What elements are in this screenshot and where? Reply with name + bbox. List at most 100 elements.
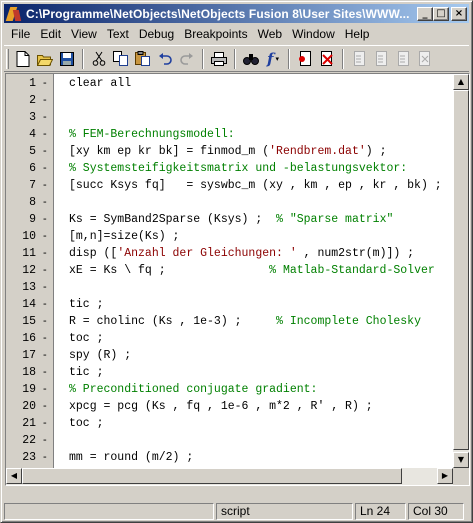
code-line[interactable]: disp (['Anzahl der Gleichungen: ' , num2… (69, 245, 414, 262)
set-breakpoint-icon[interactable] (294, 48, 316, 70)
line-number: 18 (22, 366, 36, 379)
status-line: Ln 24 (355, 502, 406, 520)
breakpoint-marker[interactable]: - (43, 296, 47, 313)
menu-file[interactable]: File (6, 27, 35, 41)
breakpoint-marker[interactable]: - (43, 194, 47, 211)
breakpoint-marker[interactable]: - (43, 364, 47, 381)
breakpoint-marker[interactable]: - (43, 92, 47, 109)
close-button[interactable]: × (451, 6, 467, 21)
status-column: Col 30 (408, 502, 464, 520)
maximize-button[interactable]: □ (433, 6, 449, 21)
scroll-up-icon[interactable]: ▲ (453, 74, 469, 90)
line-number-gutter[interactable]: 1-2-3-4-5-6-7-8-9-10-11-12-13-14-15-16-1… (6, 74, 54, 481)
code-text: tic ; (69, 366, 104, 379)
save-icon[interactable] (56, 48, 78, 70)
breakpoint-marker[interactable]: - (43, 279, 47, 296)
breakpoint-marker[interactable]: - (43, 262, 47, 279)
breakpoint-marker[interactable]: - (43, 313, 47, 330)
vertical-scrollbar[interactable]: ▲ ▼ (453, 74, 469, 468)
menu-help[interactable]: Help (340, 27, 375, 41)
code-area[interactable]: clear all % FEM-Berechnungsmodell: [xy km … (55, 74, 453, 468)
code-line[interactable]: % FEM-Berechnungsmodell: (69, 126, 235, 143)
breakpoint-marker[interactable]: - (43, 330, 47, 347)
toolbar-separator (82, 48, 84, 69)
code-line[interactable]: clear all (69, 75, 131, 92)
scroll-down-icon[interactable]: ▼ (453, 452, 469, 468)
code-line[interactable]: [m,n]=size(Ks) ; (69, 228, 179, 245)
breakpoint-marker[interactable]: - (43, 432, 47, 449)
breakpoint-marker[interactable]: - (43, 228, 47, 245)
line-number: 22 (22, 434, 36, 447)
menu-view[interactable]: View (66, 27, 102, 41)
function-icon[interactable]: f ▾ (262, 48, 284, 70)
copy-icon[interactable] (110, 48, 132, 70)
clear-breakpoint-icon[interactable] (316, 48, 338, 70)
code-line[interactable]: R = cholinc (Ks , 1e-3) ; % Incomplete C… (69, 313, 421, 330)
code-line[interactable]: % Preconditioned conjugate gradient: (69, 381, 317, 398)
toolbar-grip[interactable] (6, 48, 9, 69)
paste-icon[interactable] (132, 48, 154, 70)
menu-debug[interactable]: Debug (134, 27, 179, 41)
line-number: 16 (22, 332, 36, 345)
code-line[interactable]: tic ; (69, 364, 104, 381)
exit-debug-icon[interactable] (414, 48, 436, 70)
breakpoint-marker[interactable]: - (43, 109, 47, 126)
undo-icon[interactable] (154, 48, 176, 70)
breakpoint-marker[interactable]: - (43, 381, 47, 398)
status-message (4, 502, 214, 520)
menu-bar: File Edit View Text Debug Breakpoints We… (4, 24, 469, 43)
code-text: xpcg = pcg (Ks , fq , 1e-6 , m*2 , R' , … (69, 400, 373, 413)
menu-window[interactable]: Window (287, 27, 340, 41)
menu-breakpoints[interactable]: Breakpoints (179, 27, 252, 41)
breakpoint-marker[interactable]: - (43, 415, 47, 432)
find-icon[interactable] (240, 48, 262, 70)
menu-edit[interactable]: Edit (35, 27, 66, 41)
redo-icon[interactable] (176, 48, 198, 70)
print-icon[interactable] (208, 48, 230, 70)
code-line[interactable]: [xy km ep kr bk] = finmod_m ('Rendbrem.d… (69, 143, 386, 160)
line-number: 13 (22, 281, 36, 294)
line-number: 10 (22, 230, 36, 243)
step-over-icon[interactable] (370, 48, 392, 70)
code-text: toc ; (69, 332, 104, 345)
code-line[interactable]: spy (R) ; (69, 347, 131, 364)
code-line[interactable]: xpcg = pcg (Ks , fq , 1e-6 , m*2 , R' , … (69, 398, 373, 415)
breakpoint-marker[interactable]: - (43, 160, 47, 177)
menu-web[interactable]: Web (253, 27, 287, 41)
breakpoint-marker[interactable]: - (43, 143, 47, 160)
breakpoint-marker[interactable]: - (43, 75, 47, 92)
code-comment: % FEM-Berechnungsmodell: (69, 128, 235, 141)
minimize-button[interactable]: _ (417, 6, 433, 21)
title-bar[interactable]: C:\Programme\NetObjects\NetObjects Fusio… (4, 4, 469, 23)
menu-text[interactable]: Text (102, 27, 134, 41)
breakpoint-marker[interactable]: - (43, 245, 47, 262)
code-text: disp ([ (69, 247, 118, 260)
code-text: Ks = SymBand2Sparse (Ksys) ; (69, 213, 277, 226)
step-out-icon[interactable] (392, 48, 414, 70)
step-in-icon[interactable] (348, 48, 370, 70)
code-line[interactable]: toc ; (69, 415, 104, 432)
code-line[interactable]: mm = round (m/2) ; (69, 449, 193, 466)
code-editor[interactable]: 1-2-3-4-5-6-7-8-9-10-11-12-13-14-15-16-1… (5, 73, 470, 486)
cut-icon[interactable] (88, 48, 110, 70)
code-line[interactable]: % Systemsteifigkeitsmatrix und -belastun… (69, 160, 407, 177)
breakpoint-marker[interactable]: - (43, 398, 47, 415)
horizontal-scrollbar[interactable]: ◀ ▶ (6, 468, 453, 485)
breakpoint-marker[interactable]: - (43, 449, 47, 466)
scroll-right-icon[interactable]: ▶ (437, 468, 453, 484)
horizontal-scroll-thumb[interactable] (22, 468, 402, 484)
breakpoint-marker[interactable]: - (43, 347, 47, 364)
code-line[interactable]: [succ Ksys fq] = syswbc_m (xy , km , ep … (69, 177, 442, 194)
code-line[interactable]: xE = Ks \ fq ; % Matlab-Standard-Solver (69, 262, 435, 279)
breakpoint-marker[interactable]: - (43, 211, 47, 228)
vertical-scroll-thumb[interactable] (453, 90, 469, 450)
new-file-icon[interactable] (12, 48, 34, 70)
scroll-left-icon[interactable]: ◀ (6, 468, 22, 484)
breakpoint-marker[interactable]: - (43, 126, 47, 143)
open-folder-icon[interactable] (34, 48, 56, 70)
toolbar-separator (288, 48, 290, 69)
code-line[interactable]: tic ; (69, 296, 104, 313)
code-line[interactable]: toc ; (69, 330, 104, 347)
code-line[interactable]: Ks = SymBand2Sparse (Ksys) ; % "Sparse m… (69, 211, 393, 228)
breakpoint-marker[interactable]: - (43, 177, 47, 194)
